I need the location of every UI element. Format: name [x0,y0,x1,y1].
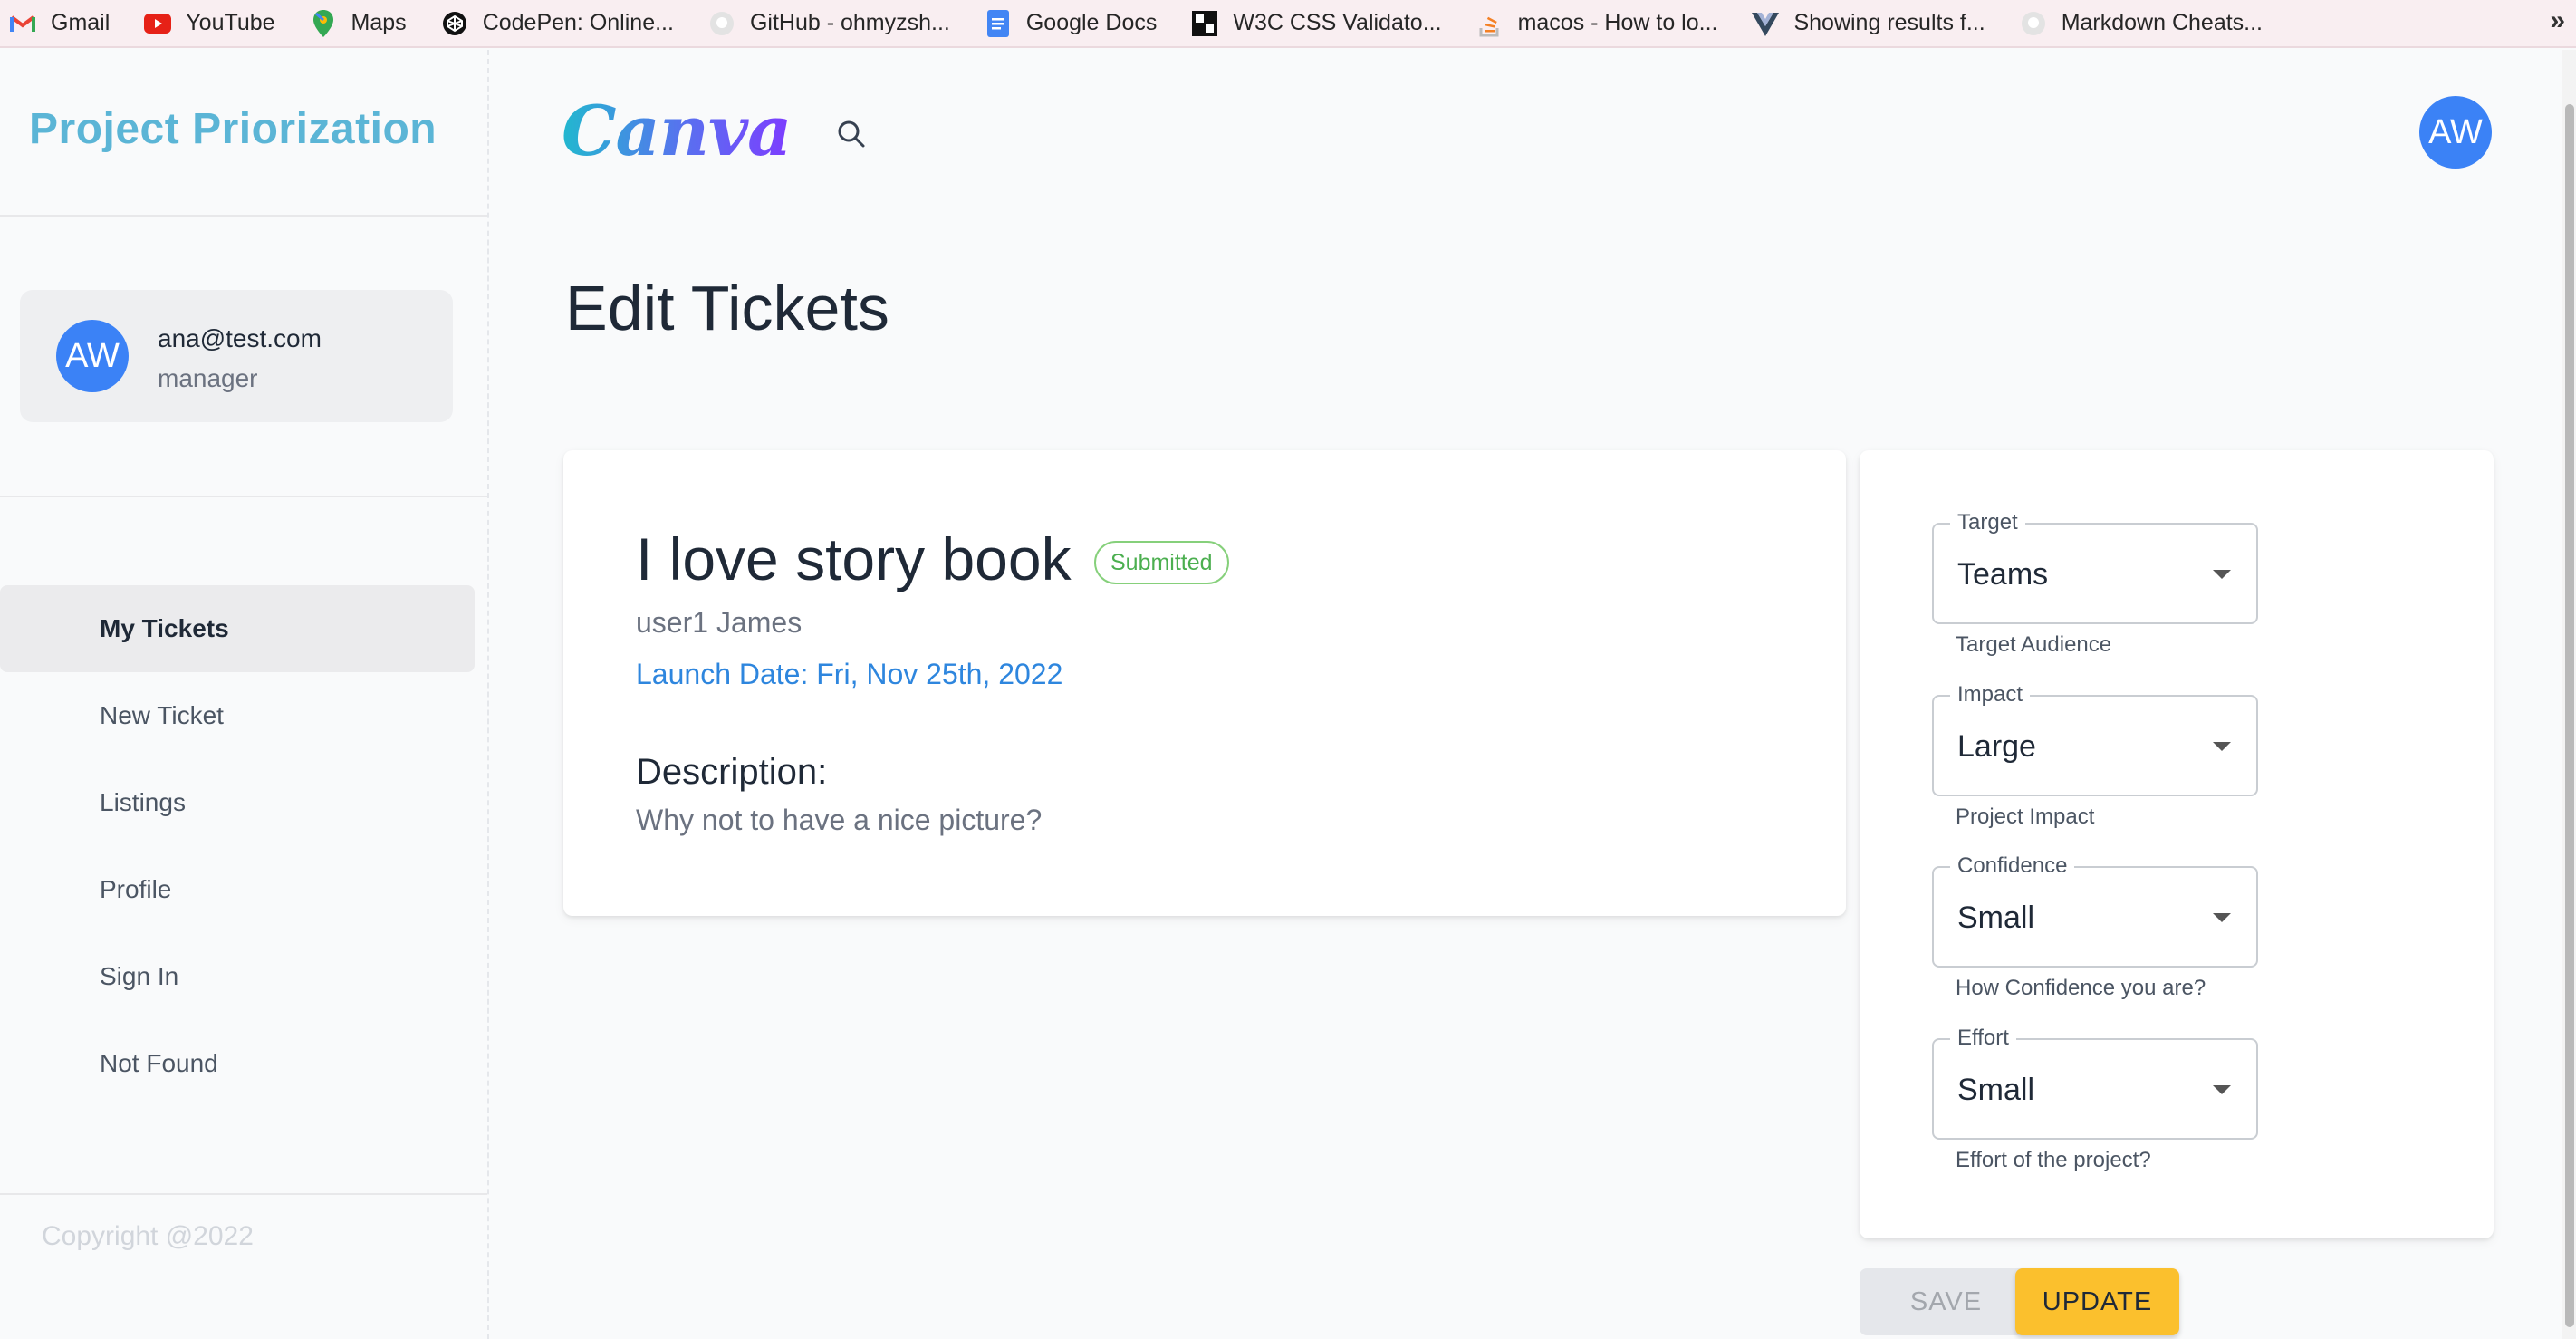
confidence-value: Small [1957,901,2035,935]
copyright-text: Copyright @2022 [42,1221,254,1251]
bookmark-label: Gmail [51,10,111,35]
bookmark-label: GitHub - ohmyzsh... [749,10,950,35]
sidebar-divider [0,215,487,217]
effort-label: Effort [1950,1026,2016,1051]
page-scrollbar[interactable] [2562,50,2576,1339]
chevron-down-icon [2213,742,2231,751]
bookmark-gmail[interactable]: Gmail [9,10,110,37]
confidence-helper: How Confidence you are? [1956,976,2206,1000]
user-email: ana@test.com [158,324,322,352]
vue-icon [1752,10,1780,37]
bookmark-label: W3C CSS Validato... [1233,10,1442,35]
bookmark-codepen[interactable]: CodePen: Online... [441,10,674,37]
status-badge: Submitted [1094,541,1229,584]
bookmark-vue-search[interactable]: Showing results f... [1752,10,1985,37]
gmail-icon [9,10,36,37]
sidebar-item-listings[interactable]: Listings [0,759,475,846]
target-helper: Target Audience [1956,632,2112,657]
description-text: Why not to have a nice picture? [636,804,1043,836]
impact-helper: Project Impact [1956,804,2095,829]
effort-helper: Effort of the project? [1956,1148,2151,1172]
priority-form-card: Target Teams Target Audience Impact Larg… [1860,450,2494,1238]
search-icon [838,120,865,148]
bookmark-stackoverflow[interactable]: macos - How to lo... [1476,10,1718,37]
save-button[interactable]: SAVE [1860,1268,2033,1335]
bookmark-google-docs[interactable]: Google Docs [985,9,1158,37]
canva-logo[interactable]: Canva [562,91,792,171]
impact-label: Impact [1950,682,2031,708]
bookmark-label: Google Docs [1025,10,1158,35]
bookmark-youtube[interactable]: YouTube [144,10,275,37]
bookmark-label: CodePen: Online... [482,10,674,35]
brand-title[interactable]: Project Priorization [29,104,437,154]
sidebar-item-sign-in[interactable]: Sign In [0,933,475,1020]
bookmarks-overflow-button[interactable]: » [2550,5,2565,36]
bookmark-label: macos - How to lo... [1517,10,1718,35]
sidebar: Project Priorization AW ana@test.com man… [0,50,489,1339]
maps-icon [310,9,337,37]
chevron-down-icon [2213,913,2231,922]
target-select[interactable]: Target Teams [1932,510,2258,624]
sidebar-item-my-tickets[interactable]: My Tickets [0,585,475,672]
ticket-card: I love story book Submitted user1 James … [563,450,1846,916]
page-title: Edit Tickets [565,273,889,343]
sidebar-divider [0,1193,487,1195]
effort-select[interactable]: Effort Small [1932,1026,2258,1140]
impact-select[interactable]: Impact Large [1932,682,2258,796]
launch-date: Launch Date: Fri, Nov 25th, 2022 [636,658,1063,690]
codepen-icon [441,10,468,37]
search-button[interactable] [830,112,873,156]
bookmark-label: Showing results f... [1793,10,1985,35]
google-docs-icon [985,9,1012,37]
bookmark-w3c[interactable]: W3C CSS Validato... [1191,10,1442,37]
sidebar-item-new-ticket[interactable]: New Ticket [0,672,475,759]
w3c-icon [1191,10,1218,37]
youtube-icon [144,10,172,37]
bookmark-label: Maps [351,10,407,35]
bookmark-label: YouTube [186,10,275,35]
stackoverflow-icon [1476,10,1504,37]
github-icon [2020,10,2047,37]
bookmark-markdown[interactable]: Markdown Cheats... [2020,10,2263,37]
bookmark-maps[interactable]: Maps [310,9,407,37]
bookmark-github[interactable]: GitHub - ohmyzsh... [708,10,950,37]
chevron-down-icon [2213,570,2231,579]
scrollbar-thumb[interactable] [2565,104,2574,1327]
target-value: Teams [1957,557,2049,592]
sidebar-item-not-found[interactable]: Not Found [0,1020,475,1107]
effort-value: Small [1957,1073,2035,1107]
update-button[interactable]: UPDATE [2015,1268,2179,1335]
sidebar-item-profile[interactable]: Profile [0,846,475,933]
confidence-label: Confidence [1950,853,2075,879]
confidence-select[interactable]: Confidence Small [1932,853,2258,968]
user-avatar: AW [56,320,129,392]
bookmark-label: Markdown Cheats... [2061,10,2264,35]
user-role: manager [158,364,258,392]
ticket-title: I love story book [636,525,1072,592]
sidebar-divider [0,496,487,497]
bookmarks-bar: Gmail YouTube Maps CodePen: Online... Gi… [0,0,2576,48]
description-heading: Description: [636,752,828,792]
chevron-down-icon [2213,1085,2231,1094]
github-icon [708,10,735,37]
header-avatar[interactable]: AW [2419,96,2492,169]
target-label: Target [1950,510,2025,535]
ticket-author: user1 James [636,606,803,639]
user-card: AW ana@test.com manager [20,290,453,422]
impact-value: Large [1957,729,2036,764]
